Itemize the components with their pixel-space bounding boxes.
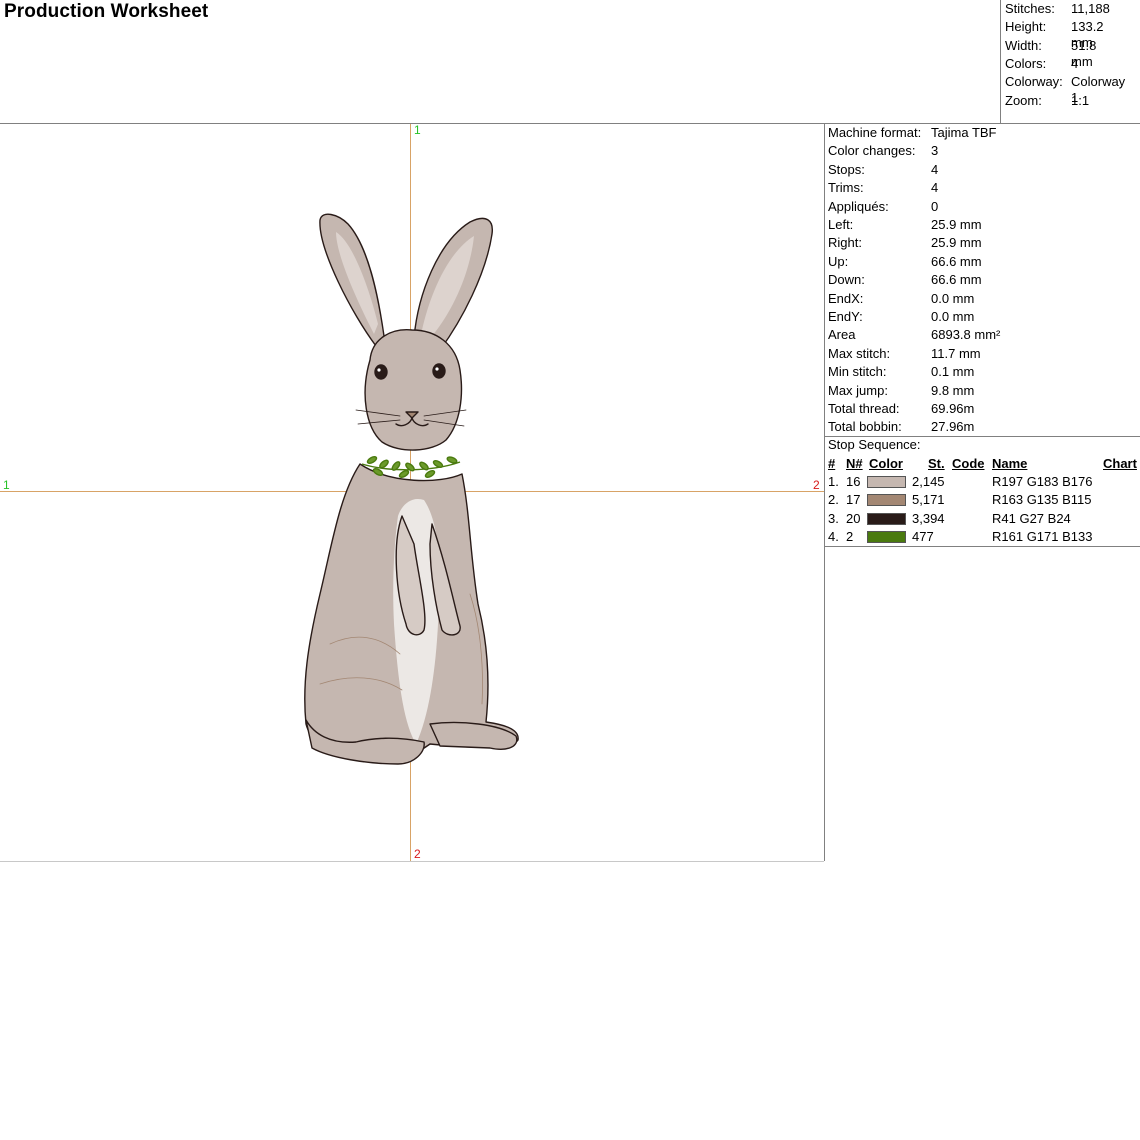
cell-stitches: 3,394 — [912, 510, 945, 526]
cell-needle: 16 — [846, 474, 861, 489]
stop-sequence-title: Stop Sequence: — [828, 437, 921, 452]
summary-label: Zoom: — [1005, 92, 1042, 108]
detail-value: 0.0 mm — [931, 309, 975, 324]
table-bottom-divider — [825, 546, 1140, 547]
detail-label: Trims: — [828, 180, 864, 196]
summary-value: 11,188 — [1071, 1, 1110, 16]
detail-label: Min stitch: — [828, 364, 887, 380]
detail-value: 66.6 mm — [931, 272, 982, 288]
cell-name: R41 G27 B24 — [992, 510, 1071, 526]
cell-index: 4. — [828, 529, 839, 545]
detail-value: 69.96m — [931, 401, 975, 416]
detail-label: Up: — [828, 253, 849, 269]
header-color: Color — [869, 456, 903, 471]
detail-value: Tajima TBF — [931, 125, 997, 140]
cell-stitches: 5,171 — [912, 492, 945, 508]
cell-needle: 2 — [846, 529, 854, 545]
header-index: # — [828, 456, 836, 471]
cell-needle: 20 — [846, 510, 861, 526]
cell-index: 2. — [828, 492, 839, 508]
cell-index: 1. — [828, 474, 839, 489]
detail-label: Max stitch: — [828, 345, 891, 361]
cell-needle: 17 — [846, 492, 861, 508]
summary-label: Colorway: — [1005, 74, 1063, 90]
detail-label: EndX: — [828, 290, 864, 306]
detail-label: Area — [828, 327, 856, 343]
detail-value: 66.6 mm — [931, 253, 982, 269]
cell-index: 3. — [828, 510, 839, 526]
detail-value: 6893.8 mm² — [931, 327, 1001, 343]
cell-name: R163 G135 B115 — [992, 492, 1092, 508]
detail-label: Max jump: — [828, 382, 888, 398]
cell-name: R161 G171 B133 — [992, 529, 1093, 545]
detail-value: 25.9 mm — [931, 217, 982, 232]
header-stitches: St. — [928, 456, 945, 471]
header-needle: N# — [846, 456, 863, 471]
detail-label: Down: — [828, 272, 865, 288]
summary-value: 1:1 — [1071, 92, 1090, 108]
detail-value: 0.0 mm — [931, 290, 975, 306]
detail-label: Machine format: — [828, 125, 922, 140]
detail-value: 4 — [931, 180, 939, 196]
summary-label: Width: — [1005, 37, 1042, 53]
detail-label: Left: — [828, 217, 854, 232]
cell-stitches: 2,145 — [912, 474, 945, 489]
detail-value: 27.96m — [931, 419, 975, 435]
detail-value: 9.8 mm — [931, 382, 975, 398]
header-chart: Chart — [1103, 456, 1137, 471]
cell-name: R197 G183 B176 — [992, 474, 1093, 489]
detail-value: 3 — [931, 143, 939, 159]
detail-label: Total thread: — [828, 401, 900, 416]
cell-stitches: 477 — [912, 529, 934, 545]
header-name: Name — [992, 456, 1028, 471]
detail-label: Total bobbin: — [828, 419, 902, 435]
design-canvas: 1 2 1 2 — [0, 124, 824, 862]
detail-value: 0 — [931, 198, 939, 214]
worksheet-title: Production Worksheet — [4, 1, 209, 22]
detail-value: 11.7 mm — [931, 345, 981, 361]
color-swatch — [867, 476, 906, 488]
table-row: 3. 20 3,394 R41 G27 B24 — [825, 511, 1140, 529]
summary-panel: Stitches: 11,188 Height: 133.2 mm Width: 51.8… — [1000, 0, 1140, 123]
detail-value: 25.9 mm — [931, 235, 982, 251]
table-row: 2. 17 5,171 R163 G135 B115 — [825, 492, 1140, 510]
table-row: 4. 2 477 R161 G171 B133 — [825, 529, 1140, 547]
table-row: 1. 16 2,145 R197 G183 B176 — [825, 474, 1140, 492]
summary-label: Colors: — [1005, 55, 1047, 71]
summary-label: Stitches: — [1005, 1, 1055, 16]
header-code: Code — [952, 456, 985, 471]
color-swatch — [867, 531, 906, 544]
color-swatch — [867, 512, 906, 525]
detail-value: 4 — [931, 161, 939, 177]
detail-label: Right: — [828, 235, 862, 251]
color-swatch — [867, 494, 906, 507]
detail-label: Appliqués: — [828, 198, 889, 214]
detail-label: Stops: — [828, 161, 865, 177]
rabbit-design-preview — [304, 213, 519, 765]
summary-value: 4 — [1071, 55, 1079, 71]
detail-label: Color changes: — [828, 143, 916, 159]
detail-value: 0.1 mm — [931, 364, 975, 380]
detail-label: EndY: — [828, 309, 863, 324]
summary-label: Height: — [1005, 19, 1047, 35]
